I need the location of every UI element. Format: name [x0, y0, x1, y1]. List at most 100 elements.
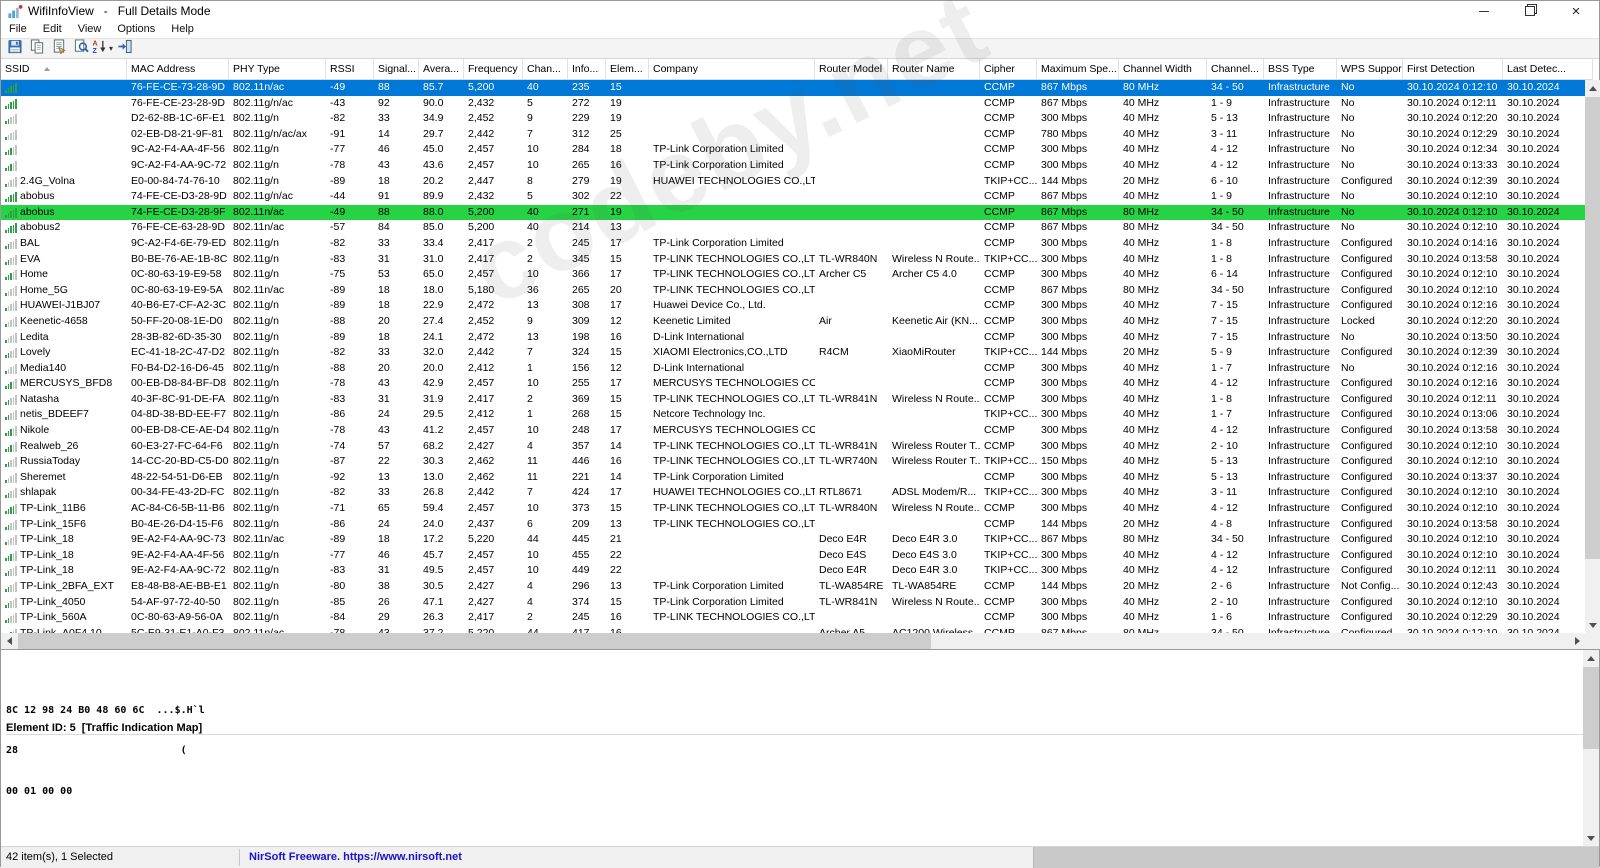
network-row[interactable]: TP-Link_405054-AF-97-72-40-50802.11g/n-8… — [1, 595, 1585, 611]
network-row[interactable]: Realweb_2660-E3-27-FC-64-F6802.11g/n-745… — [1, 439, 1585, 455]
scroll-down-arrow[interactable] — [1583, 830, 1599, 846]
cell-phy: 802.11g/n — [229, 595, 326, 611]
nirsoft-link[interactable]: NirSoft Freeware. https://www.nirsoft.ne… — [249, 847, 462, 868]
restore-button[interactable] — [1507, 1, 1553, 21]
scroll-thumb[interactable] — [1583, 667, 1599, 749]
find-button[interactable] — [70, 39, 91, 58]
cell-cipher: CCMP — [980, 283, 1037, 299]
title-bar[interactable]: WifiInfoView - Full Details Mode × — [1, 1, 1599, 21]
network-row[interactable]: LovelyEC-41-18-2C-47-D2802.11g/n-823332.… — [1, 345, 1585, 361]
network-row[interactable]: Natasha40-3F-8C-91-DE-FA802.11g/n-833131… — [1, 392, 1585, 408]
network-row[interactable]: Nikole00-EB-D8-CE-AE-D4802.11g/n-784341.… — [1, 423, 1585, 439]
column-header-bss[interactable]: BSS Type — [1264, 59, 1337, 79]
menu-edit[interactable]: Edit — [35, 21, 70, 38]
network-row[interactable]: 76-FE-CE-73-28-9D802.11n/ac-498885.75,20… — [1, 80, 1585, 96]
network-row[interactable]: 9C-A2-F4-AA-4F-56802.11g/n-774645.02,457… — [1, 142, 1585, 158]
network-row[interactable]: TP-Link_15F6B0-4E-26-D4-15-F6802.11g/n-8… — [1, 517, 1585, 533]
network-row[interactable]: TP-Link_2BFA_EXTE8-48-B8-AE-BB-E1802.11g… — [1, 579, 1585, 595]
network-row[interactable]: BAL9C-A2-F4-6E-79-ED802.11g/n-823333.42,… — [1, 236, 1585, 252]
cell-ssid: TP-Link_15F6 — [1, 517, 127, 533]
cell-freq: 2,457 — [464, 158, 523, 174]
network-row[interactable]: abobus74-FE-CE-D3-28-9F802.11n/ac-498888… — [1, 205, 1585, 221]
column-header-wps[interactable]: WPS Support — [1337, 59, 1403, 79]
column-header-info[interactable]: Info... — [568, 59, 606, 79]
network-row[interactable]: 02-EB-D8-21-9F-81802.11g/n/ac/ax-911429.… — [1, 127, 1585, 143]
network-row[interactable]: HUAWEI-J1BJ0740-B6-E7-CF-A2-3C802.11g/n-… — [1, 298, 1585, 314]
column-header-rssi[interactable]: RSSI — [326, 59, 374, 79]
column-header-elem[interactable]: Elem... — [606, 59, 649, 79]
cell-rname: TL-WA854RE — [888, 579, 980, 595]
network-row[interactable]: TP-Link_189E-A2-F4-AA-4F-56802.11g/n-774… — [1, 548, 1585, 564]
network-row[interactable]: RussiaToday14-CC-20-BD-C5-D0802.11g/n-87… — [1, 454, 1585, 470]
network-row[interactable]: shlapak00-34-FE-43-2D-FC802.11g/n-823326… — [1, 485, 1585, 501]
save-button[interactable] — [4, 39, 25, 58]
column-header-chr[interactable]: Channel... — [1207, 59, 1264, 79]
cell-speed: 300 Mbps — [1037, 267, 1119, 283]
menu-options[interactable]: Options — [109, 21, 163, 38]
column-header-cw[interactable]: Channel Width — [1119, 59, 1207, 79]
details-vertical-scrollbar[interactable] — [1583, 650, 1599, 846]
scroll-up-arrow[interactable] — [1585, 80, 1600, 96]
network-row[interactable]: EVAB0-BE-76-AE-1B-8C802.11g/n-833131.02,… — [1, 252, 1585, 268]
column-header-ch[interactable]: Chan... — [523, 59, 568, 79]
menu-help[interactable]: Help — [163, 21, 202, 38]
scroll-down-arrow[interactable] — [1585, 617, 1600, 633]
network-row[interactable]: netis_BDEEF704-8D-38-BD-EE-F7802.11g/n-8… — [1, 407, 1585, 423]
scroll-right-arrow[interactable] — [1569, 633, 1585, 649]
network-row[interactable]: 2.4G_VolnaE0-00-84-74-76-10802.11g/n-891… — [1, 174, 1585, 190]
cell-cipher: CCMP — [980, 501, 1037, 517]
close-button[interactable]: × — [1553, 1, 1599, 21]
column-header-rname[interactable]: Router Name — [888, 59, 980, 79]
network-row[interactable]: TP-Link_189E-A2-F4-AA-9C-72802.11g/n-833… — [1, 563, 1585, 579]
minimize-button[interactable] — [1461, 1, 1507, 21]
column-header-model[interactable]: Router Model — [815, 59, 888, 79]
network-row[interactable]: Home0C-80-63-19-E9-58802.11g/n-755365.02… — [1, 267, 1585, 283]
cell-ld: 30.10.2024 — [1503, 376, 1585, 392]
properties-button[interactable] — [48, 39, 69, 58]
network-row[interactable]: 9C-A2-F4-AA-9C-72802.11g/n-784343.62,457… — [1, 158, 1585, 174]
scroll-thumb[interactable] — [1585, 97, 1600, 559]
network-row[interactable]: abobus74-FE-CE-D3-28-9D802.11g/n/ac-4491… — [1, 189, 1585, 205]
network-row[interactable]: 76-FE-CE-23-28-9D802.11g/n/ac-439290.02,… — [1, 96, 1585, 112]
network-row[interactable]: Sheremet48-22-54-51-D6-EB802.11g/n-92131… — [1, 470, 1585, 486]
network-row[interactable]: Home_5G0C-80-63-19-E9-5A802.11n/ac-89181… — [1, 283, 1585, 299]
column-header-ld[interactable]: Last Detec... — [1503, 59, 1593, 79]
list-horizontal-scrollbar[interactable] — [1, 633, 1585, 649]
menu-file[interactable]: File — [1, 21, 35, 38]
column-header-sig[interactable]: Signal... — [374, 59, 419, 79]
copy-button[interactable] — [26, 39, 47, 58]
scroll-thumb[interactable] — [18, 633, 931, 649]
column-header-freq[interactable]: Frequency — [464, 59, 523, 79]
signal-strength-icon — [5, 239, 18, 249]
network-row[interactable]: TP-Link_560A0C-80-63-A9-56-0A802.11g/n-8… — [1, 610, 1585, 626]
network-row[interactable]: TP-Link_A0F4.105C-E9-31-E1-A0-F3802.11n/… — [1, 626, 1585, 633]
column-header-phy[interactable]: PHY Type — [229, 59, 326, 79]
cell-wps: No — [1337, 96, 1403, 112]
network-row[interactable]: TP-Link_189E-A2-F4-AA-9C-73802.11n/ac-89… — [1, 532, 1585, 548]
sort-button[interactable]: AZ▾ — [92, 39, 113, 58]
cell-speed: 867 Mbps — [1037, 283, 1119, 299]
cell-ld: 30.10.2024 — [1503, 563, 1585, 579]
network-row[interactable]: TP-Link_11B6AC-84-C6-5B-11-B6802.11g/n-7… — [1, 501, 1585, 517]
column-header-ssid[interactable]: SSID — [1, 59, 127, 79]
column-header-co[interactable]: Company — [649, 59, 815, 79]
scroll-up-arrow[interactable] — [1583, 650, 1599, 666]
column-header-speed[interactable]: Maximum Spe... — [1037, 59, 1119, 79]
list-vertical-scrollbar[interactable] — [1585, 80, 1600, 633]
cell-ld: 30.10.2024 — [1503, 80, 1585, 96]
column-header-avg[interactable]: Avera... — [419, 59, 464, 79]
dropdown-arrow-icon[interactable]: ▾ — [109, 44, 113, 53]
network-row[interactable]: abobus276-FE-CE-63-28-9D802.11n/ac-57848… — [1, 220, 1585, 236]
network-row[interactable]: Media140F0-B4-D2-16-D6-45802.11g/n-88202… — [1, 361, 1585, 377]
network-row[interactable]: D2-62-8B-1C-6F-E1802.11g/n-823334.92,452… — [1, 111, 1585, 127]
network-row[interactable]: MERCUSYS_BFD800-EB-D8-84-BF-D8802.11g/n-… — [1, 376, 1585, 392]
column-header-mac[interactable]: MAC Address — [127, 59, 229, 79]
column-header-fd[interactable]: First Detection — [1403, 59, 1503, 79]
network-row[interactable]: Keenetic-465850-FF-20-08-1E-D0802.11g/n-… — [1, 314, 1585, 330]
exit-button[interactable] — [114, 39, 135, 58]
scroll-left-arrow[interactable] — [1, 633, 17, 649]
cell-co: TP-LINK TECHNOLOGIES CO.,LTD. — [649, 517, 815, 533]
network-row[interactable]: Ledita28-3B-82-6D-35-30802.11g/n-891824.… — [1, 330, 1585, 346]
column-header-cipher[interactable]: Cipher — [980, 59, 1037, 79]
menu-view[interactable]: View — [70, 21, 110, 38]
